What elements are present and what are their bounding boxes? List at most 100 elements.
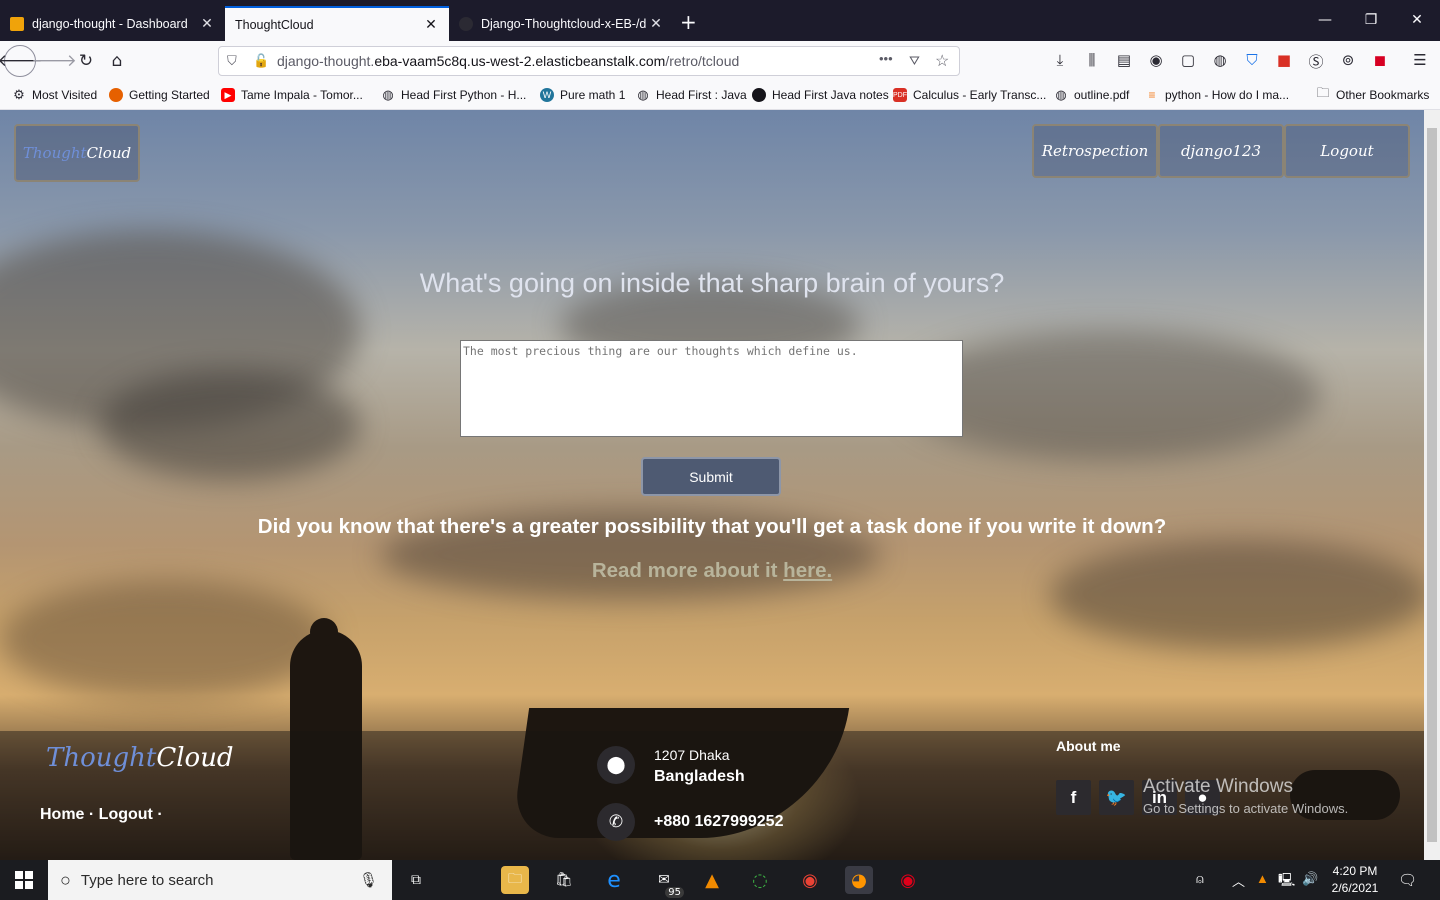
- shield-icon[interactable]: ⛉: [227, 53, 237, 69]
- chrome-icon[interactable]: ◉: [796, 866, 824, 894]
- tab-dashboard[interactable]: django-thought - Dashboard ✕: [0, 6, 225, 41]
- bookmarks-toolbar: ⚙ Most Visited Getting Started ▶ Tame Impa…: [0, 81, 1440, 110]
- vlc-tray-icon[interactable]: ▲: [1256, 871, 1269, 886]
- red-extension-icon[interactable]: ◼: [1369, 51, 1391, 69]
- globe-icon: ◍: [637, 87, 649, 102]
- taskbar-clock[interactable]: 4:20 PM 2/6/2021: [1325, 863, 1385, 897]
- taskbar-search-box[interactable]: ○ Type here to search 🎙: [48, 860, 392, 900]
- library-icon[interactable]: ⫼: [1081, 51, 1103, 69]
- cloud-shape: [1050, 540, 1424, 650]
- gear-icon: ⚙: [13, 87, 25, 102]
- nav-retrospection-button[interactable]: Retrospection: [1032, 124, 1158, 178]
- pdf-extension-icon[interactable]: ■: [1273, 51, 1295, 69]
- url-text[interactable]: django-thought.eba-vaam5c8q.us-west-2.el…: [277, 53, 739, 69]
- page-headline: What's going on inside that sharp brain …: [419, 268, 1005, 298]
- stackoverflow-icon: ≡: [1148, 88, 1156, 102]
- read-more-text: Read more about it here.: [591, 559, 833, 582]
- read-more-link[interactable]: here.: [783, 559, 832, 582]
- activate-windows-subtext: Go to Settings to activate Windows.: [1143, 801, 1349, 816]
- pdf-icon: PDF: [893, 88, 907, 102]
- maximize-window-button[interactable]: ❐: [1356, 12, 1386, 28]
- new-tab-button[interactable]: +: [680, 12, 697, 32]
- bookmark-star-icon[interactable]: ☆: [935, 51, 949, 71]
- cloud-shape: [900, 330, 1320, 460]
- tray-chevron-icon[interactable]: ︿: [1232, 871, 1245, 890]
- bookmark-tame-impala[interactable]: ▶ Tame Impala - Tomor...: [221, 88, 363, 102]
- mail-icon[interactable]: ✉ 95: [650, 866, 684, 898]
- globe-icon: ◍: [1055, 87, 1067, 102]
- github-icon: [459, 16, 473, 31]
- refresh-app-icon[interactable]: ◌: [746, 866, 774, 894]
- bookmark-java-notes[interactable]: Head First Java notes: [752, 88, 889, 102]
- edge-icon[interactable]: e: [600, 866, 628, 894]
- close-tab-icon[interactable]: ✕: [199, 15, 215, 32]
- close-tab-icon[interactable]: ✕: [648, 15, 664, 32]
- bookmark-head-first-python[interactable]: ◍ Head First Python - H...: [381, 87, 526, 102]
- file-explorer-icon[interactable]: 🗀: [501, 866, 529, 894]
- bookmark-head-first-java[interactable]: ◍ Head First : Java: [636, 87, 746, 102]
- about-me-title: About me: [1056, 738, 1121, 754]
- microphone-icon[interactable]: 🎙: [359, 871, 378, 889]
- minimize-window-button[interactable]: —: [1310, 12, 1340, 28]
- page-actions-icon[interactable]: •••: [879, 51, 893, 66]
- nav-user-button[interactable]: django123: [1158, 124, 1284, 178]
- bookmark-other[interactable]: 🗀 Other Bookmarks: [1316, 85, 1429, 102]
- close-window-button[interactable]: ✕: [1402, 12, 1432, 28]
- browser-tab-bar: django-thought - Dashboard ✕ ThoughtClou…: [0, 0, 1440, 41]
- bookmark-python-so[interactable]: ≡ python - How do I ma...: [1145, 88, 1289, 102]
- s-extension-icon[interactable]: Ⓢ: [1305, 51, 1327, 72]
- ublock-shield-icon[interactable]: ⛉: [1241, 51, 1263, 69]
- vpn-globe-icon[interactable]: ◍: [1209, 51, 1231, 69]
- pocket-icon[interactable]: ⛛: [909, 53, 920, 69]
- submit-button[interactable]: Submit: [641, 457, 781, 496]
- tab-github-repo[interactable]: Django-Thoughtcloud-x-EB-/d ✕: [449, 6, 674, 41]
- phone-number: +880 1627999252: [654, 813, 784, 830]
- nav-logout-button[interactable]: Logout: [1284, 124, 1410, 178]
- footer: ThoughtCloud Home · Logout · ⬤ 1207 Dhak…: [0, 731, 1424, 860]
- scrollbar-thumb[interactable]: [1427, 128, 1437, 842]
- brand-logo-button[interactable]: Thought Cloud: [14, 124, 140, 182]
- close-tab-icon[interactable]: ✕: [423, 16, 439, 33]
- tab-thoughtcloud[interactable]: ThoughtCloud ✕: [225, 6, 449, 41]
- facebook-icon[interactable]: f: [1056, 780, 1091, 815]
- bookmark-getting-started[interactable]: Getting Started: [109, 88, 210, 102]
- mail-badge: 95: [665, 887, 684, 898]
- map-pin-icon: ⬤: [597, 746, 635, 784]
- recorder-icon[interactable]: ◉: [894, 866, 922, 894]
- page-scrollbar[interactable]: [1424, 110, 1440, 860]
- menu-icon[interactable]: ☰: [1409, 51, 1431, 69]
- account-icon[interactable]: ◉: [1145, 51, 1167, 69]
- sidebar-icon[interactable]: ▤: [1113, 51, 1135, 69]
- thought-input[interactable]: [460, 340, 963, 437]
- folder-icon: 🗀: [1316, 85, 1330, 100]
- twitter-icon[interactable]: 🐦: [1099, 780, 1134, 815]
- footer-logo[interactable]: ThoughtCloud: [46, 743, 234, 773]
- youtube-icon: ▶: [221, 88, 235, 102]
- downloads-icon[interactable]: ⤓: [1049, 51, 1071, 69]
- address-line-2: Bangladesh: [654, 768, 745, 785]
- vlc-icon[interactable]: ▲: [698, 866, 726, 894]
- start-button[interactable]: [0, 860, 48, 900]
- bookmark-outline-pdf[interactable]: ◍ outline.pdf: [1054, 87, 1129, 102]
- task-view-icon[interactable]: ⧉: [402, 866, 430, 894]
- link-extension-icon[interactable]: ⊚: [1337, 51, 1359, 69]
- windows-taskbar: ○ Type here to search 🎙 ⧉ 🗀 🛍 e ✉ 95 ▲ ◌ …: [0, 860, 1440, 900]
- insecure-lock-icon[interactable]: 🔓: [253, 53, 269, 69]
- container-icon[interactable]: ▢: [1177, 51, 1199, 69]
- bookmark-most-visited[interactable]: ⚙ Most Visited: [12, 87, 97, 102]
- store-icon[interactable]: 🛍: [550, 866, 578, 894]
- notifications-icon[interactable]: 🗨: [1398, 871, 1417, 889]
- bookmark-calculus[interactable]: PDF Calculus - Early Transc...: [893, 88, 1046, 102]
- url-bar[interactable]: ⛉ 🔓 django-thought.eba-vaam5c8q.us-west-…: [218, 46, 960, 76]
- volume-icon[interactable]: 🔊: [1302, 871, 1318, 887]
- network-icon[interactable]: 🖳: [1278, 871, 1295, 893]
- github-icon: [752, 88, 766, 102]
- people-icon[interactable]: ⍝: [1196, 871, 1204, 887]
- browser-nav-bar: 🡐 🡒 ↻ ⌂ ⛉ 🔓 django-thought.eba-vaam5c8q.…: [0, 41, 1440, 81]
- reload-button[interactable]: ↻: [74, 49, 98, 73]
- forward-button[interactable]: 🡒: [31, 49, 77, 73]
- bookmark-pure-math[interactable]: W Pure math 1: [540, 88, 625, 102]
- footer-links[interactable]: Home · Logout ·: [40, 806, 163, 824]
- home-button[interactable]: ⌂: [105, 49, 129, 73]
- firefox-icon[interactable]: ◕: [845, 866, 873, 894]
